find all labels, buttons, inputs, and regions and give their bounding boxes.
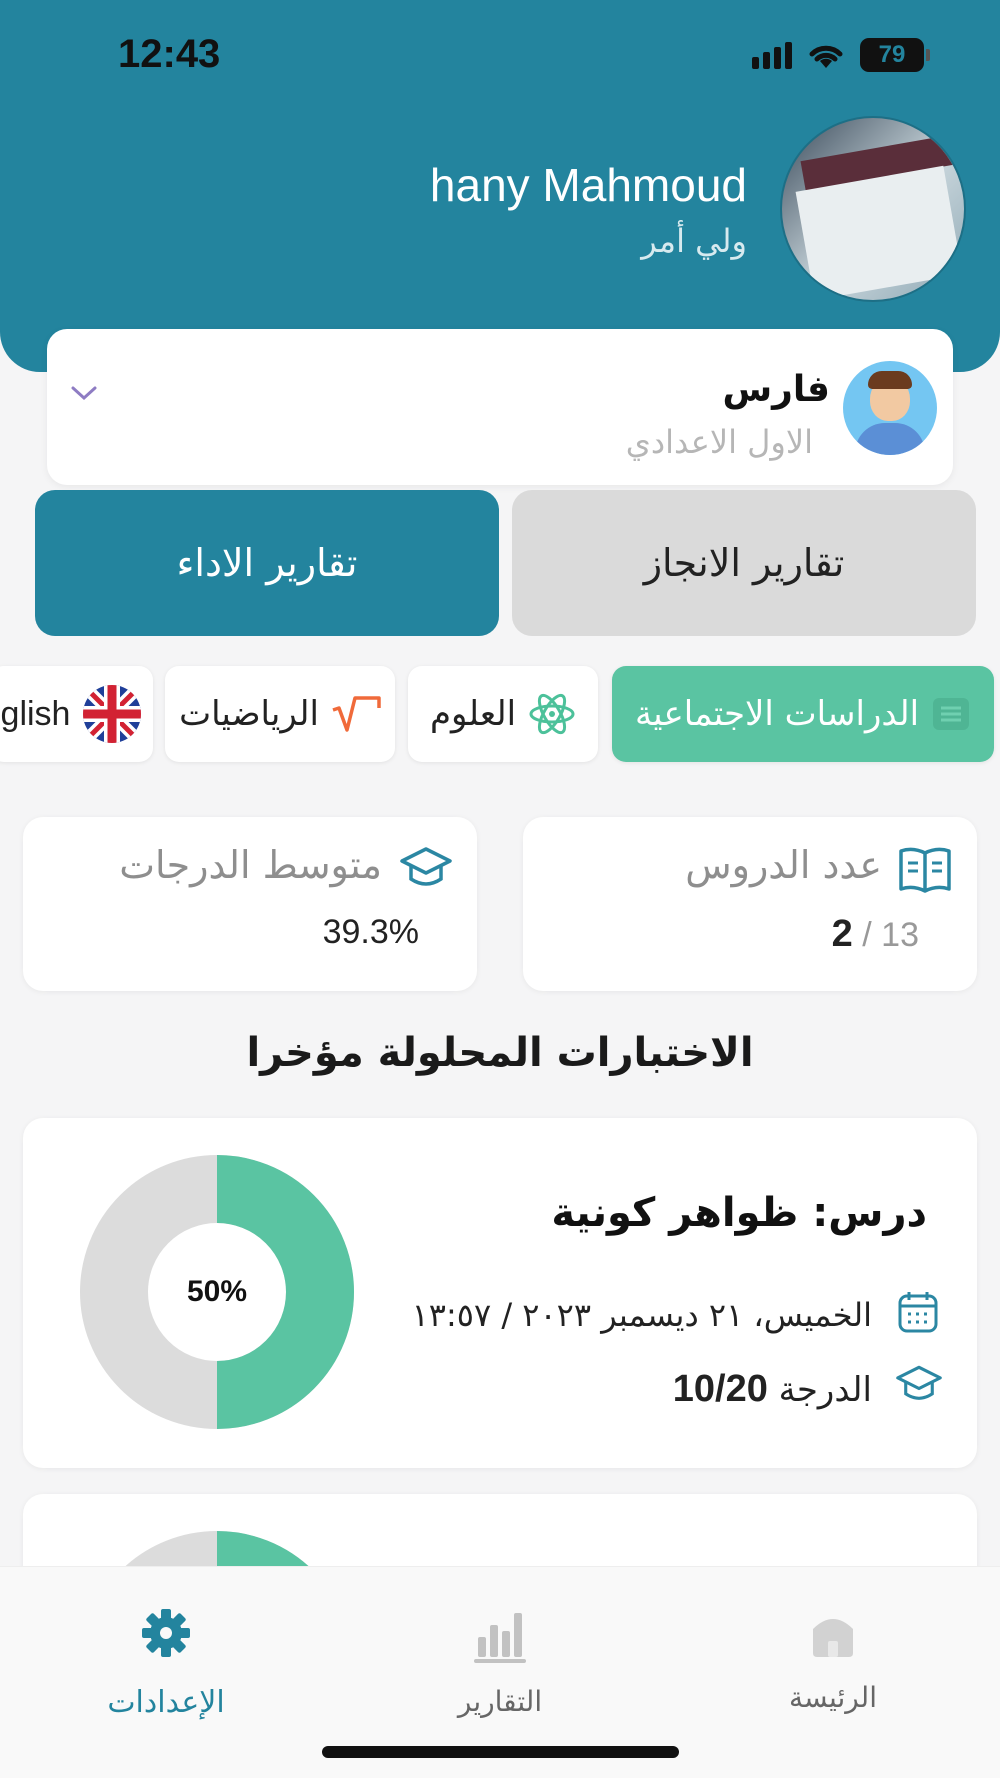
quiz-grade: الدرجة 10/20	[673, 1368, 872, 1411]
home-indicator	[322, 1746, 679, 1758]
lessons-done: 2	[831, 913, 853, 955]
nav-settings-label: الإعدادات	[107, 1685, 225, 1720]
nav-reports[interactable]: التقارير	[400, 1607, 600, 1718]
quiz-grade-value: 10/20	[672, 1368, 768, 1410]
profile-name: hany Mahmoud	[429, 159, 747, 211]
lessons-count-value: 2 / 13	[832, 913, 919, 956]
subject-chip-science[interactable]: العلوم	[408, 666, 598, 762]
status-icons: 79	[752, 38, 930, 72]
nav-settings[interactable]: الإعدادات	[66, 1607, 266, 1720]
subject-label: glish	[0, 694, 71, 733]
book-icon	[899, 847, 951, 893]
battery-icon: 79	[860, 38, 930, 72]
quiz-grade-label: الدرجة	[778, 1370, 872, 1410]
profile-avatar[interactable]	[780, 116, 966, 302]
bar-chart-icon	[474, 1613, 526, 1663]
subject-filter: الدراسات الاجتماعية العلوم الرياضيات gli…	[0, 666, 1000, 762]
home-icon	[813, 1619, 853, 1657]
subject-label: الرياضيات	[179, 694, 319, 734]
subject-label: العلوم	[429, 694, 517, 734]
lessons-separator: /	[862, 916, 872, 954]
average-grade-label: متوسط الدرجات	[119, 843, 382, 887]
student-name: فارس	[722, 369, 831, 410]
student-grade: الاول الاعدادي	[625, 423, 813, 461]
uk-flag-icon	[83, 685, 142, 743]
status-time: 12:43	[118, 32, 221, 76]
cellular-signal-icon	[752, 41, 792, 69]
chevron-down-icon[interactable]	[69, 383, 99, 403]
tab-performance-reports[interactable]: تقارير الاداء	[35, 490, 499, 636]
quiz-card[interactable]: درس: ظواهر كونية الخميس، ٢١ ديسمبر ٢٠٢٣ …	[23, 1118, 977, 1468]
quiz-title: درس: ظواهر كونية	[551, 1190, 927, 1236]
lessons-count-card: عدد الدروس 2 / 13	[523, 817, 977, 991]
sqrt-icon	[332, 696, 381, 732]
subject-chip-social-studies[interactable]: الدراسات الاجتماعية	[612, 666, 994, 762]
subject-chip-english[interactable]: glish	[0, 666, 153, 762]
graduation-cap-icon	[400, 847, 452, 886]
wifi-icon	[809, 45, 843, 68]
subject-chip-math[interactable]: الرياضيات	[165, 666, 395, 762]
tab-achievement-reports[interactable]: تقارير الانجاز	[512, 490, 976, 636]
student-selector[interactable]: فارس الاول الاعدادي	[47, 329, 953, 485]
student-avatar	[843, 361, 937, 455]
nav-reports-label: التقارير	[457, 1685, 543, 1718]
list-icon	[933, 698, 970, 730]
graduation-cap-icon	[896, 1365, 942, 1400]
atom-icon	[529, 693, 575, 735]
average-grade-card: متوسط الدرجات 39.3%	[23, 817, 477, 991]
calendar-icon	[898, 1292, 938, 1333]
score-percent-label: 50%	[186, 1275, 248, 1308]
nav-home[interactable]: الرئيسة	[733, 1607, 933, 1714]
quiz-date: الخميس، ٢١ ديسمبر ٢٠٢٣ / ١٣:٥٧	[411, 1296, 872, 1334]
lessons-total: 13	[881, 916, 919, 954]
lessons-count-label: عدد الدروس	[685, 843, 882, 887]
nav-home-label: الرئيسة	[789, 1681, 877, 1714]
gear-icon	[142, 1609, 190, 1657]
average-grade-value: 39.3%	[322, 913, 419, 951]
subject-label: الدراسات الاجتماعية	[634, 694, 920, 734]
profile-role: ولي أمر	[641, 222, 747, 260]
recent-quizzes-title: الاختبارات المحلولة مؤخرا	[246, 1030, 754, 1076]
